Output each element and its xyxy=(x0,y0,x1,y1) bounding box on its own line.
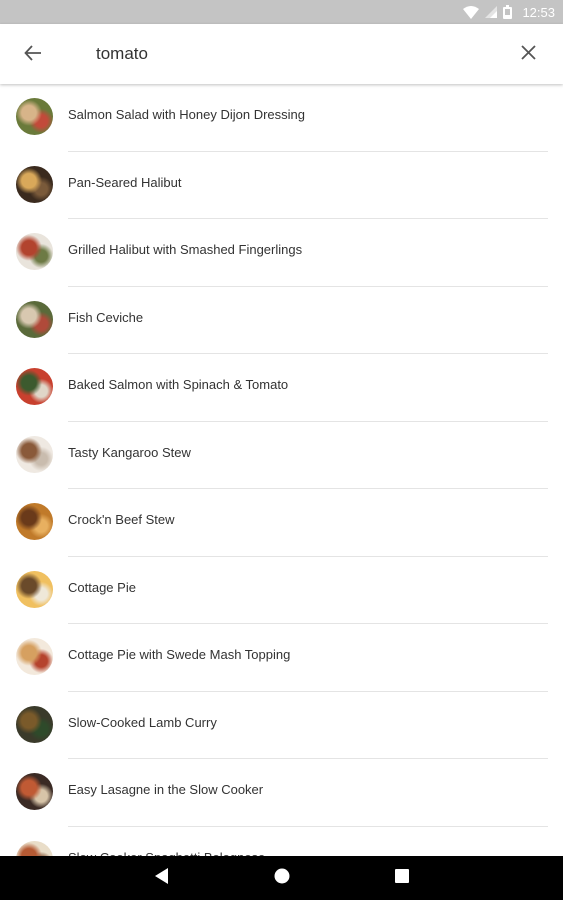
close-icon xyxy=(520,45,536,65)
list-item[interactable]: Slow Cooker Spaghetti Bolognese xyxy=(0,827,563,857)
recipe-thumbnail xyxy=(16,300,53,338)
recipe-title: Easy Lasagne in the Slow Cooker xyxy=(68,782,264,797)
list-item[interactable]: Crock'n Beef Stew xyxy=(0,489,563,557)
arrow-back-icon xyxy=(24,44,42,67)
nav-home-button[interactable] xyxy=(252,856,312,900)
nav-recents-button[interactable] xyxy=(372,856,432,900)
list-item[interactable]: Cottage Pie with Swede Mash Topping xyxy=(0,624,563,692)
recipe-title: Pan-Seared Halibut xyxy=(68,174,182,190)
back-triangle-icon xyxy=(155,867,169,889)
recipe-thumbnail xyxy=(16,98,53,135)
recipe-title: Crock'n Beef Stew xyxy=(68,512,175,527)
search-bar xyxy=(0,24,563,84)
clear-search-button[interactable] xyxy=(513,40,543,70)
navigation-bar xyxy=(0,856,563,900)
nav-back-button[interactable] xyxy=(132,856,192,900)
list-item[interactable]: Fish Ceviche xyxy=(0,287,563,354)
recipe-thumbnail xyxy=(16,435,53,473)
recipe-thumbnail xyxy=(16,233,53,270)
recipe-title: Salmon Salad with Honey Dijon Dressing xyxy=(68,107,306,122)
list-item[interactable]: Slow-Cooked Lamb Curry xyxy=(0,692,563,759)
status-time: 12:53 xyxy=(522,4,555,20)
recipe-title: Fish Ceviche xyxy=(68,309,144,325)
status-icons: 12:53 xyxy=(463,0,555,24)
list-item[interactable]: Cottage Pie xyxy=(0,557,563,624)
recipe-thumbnail xyxy=(16,570,53,608)
recents-square-icon xyxy=(395,868,409,888)
recipe-title: Cottage Pie with Swede Mash Topping xyxy=(68,647,291,662)
recipe-title: Grilled Halibut with Smashed Fingerlings xyxy=(68,242,303,257)
recipe-thumbnail xyxy=(16,773,53,810)
recipe-thumbnail xyxy=(16,503,53,540)
list-item[interactable]: Tasty Kangaroo Stew xyxy=(0,422,563,489)
recipe-title: Cottage Pie xyxy=(68,579,136,595)
list-item[interactable]: Salmon Salad with Honey Dijon Dressing xyxy=(0,84,563,152)
recipe-title: Slow Cooker Spaghetti Bolognese xyxy=(68,827,265,857)
recipe-thumbnail xyxy=(16,368,53,405)
wifi-icon xyxy=(463,5,480,19)
recipe-title: Slow-Cooked Lamb Curry xyxy=(68,714,217,730)
recipe-title: Tasty Kangaroo Stew xyxy=(68,444,191,460)
recipe-thumbnail xyxy=(16,165,53,203)
home-circle-icon xyxy=(274,868,290,889)
recipe-thumbnail xyxy=(16,840,53,856)
list-item[interactable]: Easy Lasagne in the Slow Cooker xyxy=(0,759,563,827)
results-list: Salmon Salad with Honey Dijon Dressing P… xyxy=(0,84,563,856)
battery-icon xyxy=(503,5,513,19)
recipe-thumbnail xyxy=(16,638,53,675)
signal-icon xyxy=(485,6,498,18)
list-item[interactable]: Pan-Seared Halibut xyxy=(0,152,563,219)
back-button[interactable] xyxy=(18,40,48,70)
list-item[interactable]: Baked Salmon with Spinach & Tomato xyxy=(0,354,563,422)
status-bar: 12:53 xyxy=(0,0,563,24)
list-item[interactable]: Grilled Halibut with Smashed Fingerlings xyxy=(0,219,563,287)
recipe-title: Baked Salmon with Spinach & Tomato xyxy=(68,377,289,392)
search-input[interactable] xyxy=(96,38,476,70)
recipe-thumbnail xyxy=(16,705,53,743)
